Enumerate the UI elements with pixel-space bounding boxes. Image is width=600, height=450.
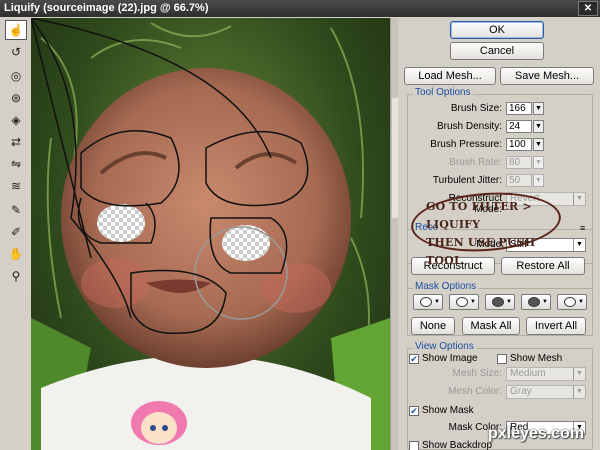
show-image-label: Show Image [422,353,478,364]
mask-invert-icon[interactable]: ▼ [557,294,587,310]
turbulent-jitter-label: Turbulent Jitter: [432,175,502,186]
chevron-down-icon: ▼ [573,239,585,251]
brush-rate-label: Brush Rate: [449,157,502,168]
none-button[interactable]: None [411,317,455,335]
brush-size-field[interactable]: 166 [506,102,532,115]
window-titlebar: Liquify (sourceimage (22).jpg @ 66.7%) ✕ [0,0,600,17]
hand-tool-icon[interactable]: ✋ [5,244,27,264]
checkmark-icon: ✔ [409,405,419,416]
freeze-mask-tool-icon[interactable]: ✎ [5,200,27,220]
ok-button[interactable]: OK [450,21,544,39]
push-left-tool-icon[interactable]: ⇄ [5,132,27,152]
load-mesh-button[interactable]: Load Mesh... [404,67,496,85]
turbulent-jitter-dropdown[interactable]: ▼ [533,174,544,187]
brush-pressure-dropdown[interactable]: ▼ [533,138,544,151]
scrollbar-thumb[interactable] [392,98,398,218]
show-mesh-label: Show Mesh [510,353,563,364]
mesh-color-label: Mesh Color: [448,386,502,397]
chevron-down-icon: ▼ [573,386,585,398]
brush-density-dropdown[interactable]: ▼ [533,120,544,133]
reconstruct-tool-icon[interactable]: ↺ [5,42,27,62]
mesh-color-value: Gray [510,386,532,397]
unchecked-box [409,440,419,450]
mesh-size-label: Mesh Size: [452,368,502,379]
preview-canvas[interactable] [31,18,390,450]
mask-add-icon[interactable]: ▼ [449,294,479,310]
brush-rate-field[interactable]: 80 [506,156,532,169]
invert-all-button[interactable]: Invert All [526,317,586,335]
brush-size-label: Brush Size: [450,103,502,114]
show-mask-label: Show Mask [422,405,474,416]
zoom-tool-icon[interactable]: ⚲ [5,266,27,286]
save-mesh-button[interactable]: Save Mesh... [500,67,594,85]
panel-menu-icon[interactable]: ≡ [580,223,585,233]
brush-pressure-field[interactable]: 100 [506,138,532,151]
mesh-color-select[interactable]: Gray ▼ [506,385,586,399]
view-options-title: View Options [413,341,476,352]
show-backdrop-checkbox[interactable]: Show Backdrop [409,440,492,450]
mesh-size-select[interactable]: Medium ▼ [506,367,586,381]
twirl-tool-icon[interactable]: ◎ [5,66,27,86]
brush-density-field[interactable]: 24 [506,120,532,133]
checkmark-icon: ✔ [409,353,419,364]
window-title: Liquify (sourceimage (22).jpg @ 66.7%) [4,2,209,14]
brush-size-dropdown[interactable]: ▼ [533,102,544,115]
show-image-checkbox[interactable]: ✔ Show Image [409,353,478,364]
chevron-down-icon: ▼ [573,368,585,380]
cancel-button[interactable]: Cancel [450,42,544,60]
turbulence-tool-icon[interactable]: ≋ [5,176,27,196]
preview-image [31,18,390,450]
thaw-mask-tool-icon[interactable]: ✐ [5,222,27,242]
annotation-line-2: THEN USE PUSH TOOL [426,236,536,267]
bloat-tool-icon[interactable]: ◈ [5,110,27,130]
show-mask-checkbox[interactable]: ✔ Show Mask [409,405,474,416]
mask-all-button[interactable]: Mask All [462,317,520,335]
brush-density-label: Brush Density: [436,121,502,132]
turbulent-jitter-field[interactable]: 50 [506,174,532,187]
mask-intersect-icon[interactable]: ▼ [521,294,551,310]
watermark: pxleyes.com [488,425,585,442]
brush-rate-dropdown[interactable]: ▼ [533,156,544,169]
show-backdrop-label: Show Backdrop [422,440,493,450]
warp-tool-icon[interactable]: ☝ [5,20,27,40]
close-icon[interactable]: ✕ [578,1,598,16]
brush-pressure-label: Brush Pressure: [430,139,502,150]
show-mesh-checkbox[interactable]: Show Mesh [497,353,562,364]
mirror-tool-icon[interactable]: ⇋ [5,154,27,174]
pucker-tool-icon[interactable]: ⊛ [5,88,27,108]
mask-options-title: Mask Options [413,281,479,292]
annotation-text: GO TO FILTER > LIQUIFY THEN USE PUSH TOO… [426,198,556,270]
mesh-size-value: Medium [510,368,546,379]
mask-subtract-icon[interactable]: ▼ [485,294,515,310]
canvas-scrollbar[interactable] [390,18,398,450]
tool-options-title: Tool Options [413,87,473,98]
annotation-line-1: GO TO FILTER > LIQUIFY [426,200,532,231]
chevron-down-icon: ▼ [573,193,585,205]
unchecked-box [497,353,507,364]
mask-replace-icon[interactable]: ▼ [413,294,443,310]
liquify-toolbar: ☝ ↺ ◎ ⊛ ◈ ⇄ ⇋ ≋ ✎ ✐ ✋ ⚲ [3,20,29,450]
